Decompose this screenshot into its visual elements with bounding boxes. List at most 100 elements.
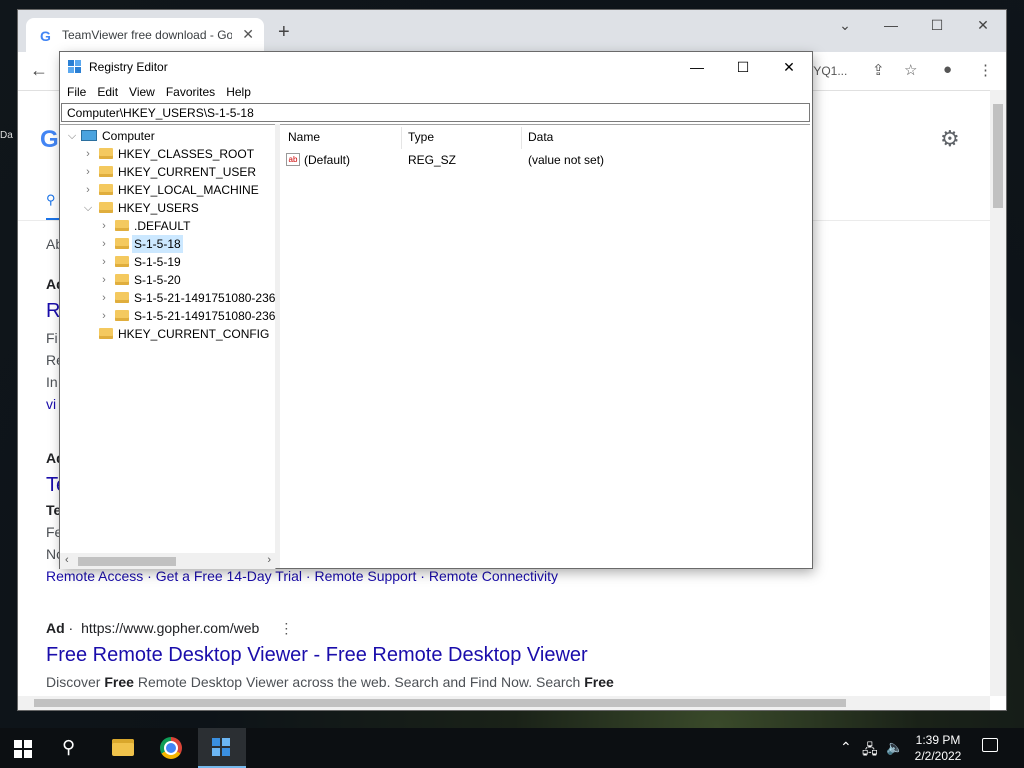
column-header-type[interactable]: Type xyxy=(408,125,434,149)
sitelink[interactable]: Remote Connectivity xyxy=(429,568,558,584)
value-type[interactable]: REG_SZ xyxy=(408,151,456,169)
tab-title: TeamViewer free download - Go xyxy=(62,28,232,42)
tree-item-s-1-5-19[interactable]: › S-1-5-19 xyxy=(60,253,275,271)
column-header-name[interactable]: Name xyxy=(288,125,320,149)
menu-view[interactable]: View xyxy=(122,82,159,102)
menu-favorites[interactable]: Favorites xyxy=(159,82,219,102)
profile-avatar-icon[interactable]: ● xyxy=(943,61,952,78)
ad-description: Discover Free Remote Desktop Viewer acro… xyxy=(46,674,614,690)
scroll-left-icon[interactable]: ‹ xyxy=(65,554,69,566)
vertical-scrollbar[interactable] xyxy=(990,90,1006,696)
search-icon[interactable]: ⚲ xyxy=(62,737,75,758)
close-icon[interactable]: ✕ xyxy=(766,52,812,82)
window-title: Registry Editor xyxy=(89,60,168,74)
horizontal-scrollbar[interactable] xyxy=(18,696,990,710)
maximize-icon[interactable]: ☐ xyxy=(914,10,960,40)
sitelink[interactable]: Get a Free 14-Day Trial xyxy=(156,568,302,584)
chevron-right-icon[interactable]: › xyxy=(83,163,93,181)
tree-item-s-1-5-18[interactable]: › S-1-5-18 xyxy=(60,235,275,253)
chevron-right-icon[interactable]: › xyxy=(99,289,109,307)
chevron-right-icon[interactable]: › xyxy=(99,217,109,235)
windows-start-icon[interactable] xyxy=(14,740,32,758)
chevron-right-icon[interactable]: › xyxy=(99,235,109,253)
folder-icon xyxy=(99,166,113,177)
scroll-right-icon[interactable]: › xyxy=(267,554,271,566)
tree-horizontal-scrollbar[interactable]: ‹ › xyxy=(60,553,275,569)
chevron-right-icon[interactable]: › xyxy=(83,145,93,163)
maximize-icon[interactable]: ☐ xyxy=(720,52,766,82)
title-bar[interactable]: Registry Editor — ☐ ✕ xyxy=(60,52,812,82)
tab-close-icon[interactable]: ✕ xyxy=(242,26,254,43)
tree-item-current-user[interactable]: › HKEY_CURRENT_USER xyxy=(60,163,275,181)
folder-icon xyxy=(115,256,129,267)
omnibox-text[interactable]: /YQ1... xyxy=(810,64,847,78)
file-explorer-icon[interactable] xyxy=(112,739,134,756)
minimize-icon[interactable]: — xyxy=(868,10,914,40)
tree-item-s-1-5-21-b[interactable]: › S-1-5-21-1491751080-2360 xyxy=(60,307,275,325)
more-options-icon[interactable]: ⋮ xyxy=(279,620,293,636)
desktop-icon-label: Da xyxy=(0,130,13,141)
clock-time: 1:39 PM xyxy=(915,733,961,747)
result-link[interactable]: vi xyxy=(46,396,56,412)
column-header-data[interactable]: Data xyxy=(528,125,553,149)
tree-item-s-1-5-21-a[interactable]: › S-1-5-21-1491751080-2360 xyxy=(60,289,275,307)
menu-file[interactable]: File xyxy=(60,82,90,102)
menu-edit[interactable]: Edit xyxy=(90,82,122,102)
registry-app-icon xyxy=(68,60,82,74)
value-name[interactable]: (Default) xyxy=(304,151,350,169)
chevron-up-icon[interactable]: ⌃ xyxy=(840,739,852,756)
chrome-icon[interactable] xyxy=(160,737,182,759)
notification-icon[interactable] xyxy=(982,738,998,752)
chevron-right-icon[interactable]: › xyxy=(83,181,93,199)
tab-search-icon[interactable]: ⌄ xyxy=(822,10,868,40)
sitelink[interactable]: Remote Support xyxy=(314,568,416,584)
chevron-right-icon[interactable]: › xyxy=(99,271,109,289)
google-logo-icon[interactable]: G xyxy=(40,126,59,154)
browser-tab[interactable]: G TeamViewer free download - Go ✕ xyxy=(26,18,264,52)
menu-kebab-icon[interactable]: ⋮ xyxy=(978,61,993,79)
sitelinks: Remote Access · Get a Free 14-Day Trial … xyxy=(46,568,559,584)
scrollbar-thumb[interactable] xyxy=(78,557,176,566)
tree-item-classes-root[interactable]: › HKEY_CLASSES_ROOT xyxy=(60,145,275,163)
back-arrow-icon[interactable]: ← xyxy=(30,60,48,81)
value-data[interactable]: (value not set) xyxy=(528,151,604,169)
menu-help[interactable]: Help xyxy=(219,82,255,102)
network-icon[interactable]: 🖧 xyxy=(862,739,878,763)
address-text: Computer\HKEY_USERS\S-1-5-18 xyxy=(67,106,254,120)
share-icon[interactable]: ⇪ xyxy=(872,61,885,79)
volume-muted-icon[interactable]: 🔈 xyxy=(886,739,903,756)
system-clock[interactable]: 1:39 PM 2/2/2022 xyxy=(906,732,970,764)
minimize-icon[interactable]: — xyxy=(674,52,720,82)
computer-icon xyxy=(81,130,97,141)
folder-open-icon xyxy=(99,202,113,213)
folder-icon xyxy=(115,292,129,303)
ad-title-link[interactable]: Free Remote Desktop Viewer - Free Remote… xyxy=(46,644,588,667)
address-bar[interactable]: Computer\HKEY_USERS\S-1-5-18 xyxy=(61,103,810,122)
chevron-right-icon[interactable]: › xyxy=(99,253,109,271)
chevron-down-icon[interactable]: ⌵ xyxy=(67,127,77,145)
registry-editor-window: Registry Editor — ☐ ✕ File Edit View Favori… xyxy=(60,52,812,569)
scrollbar-thumb[interactable] xyxy=(993,104,1003,208)
tree-item-local-machine[interactable]: › HKEY_LOCAL_MACHINE xyxy=(60,181,275,199)
registry-editor-icon[interactable] xyxy=(212,738,232,758)
result-title-link[interactable]: R xyxy=(46,300,60,323)
column-divider[interactable] xyxy=(401,127,402,149)
close-icon[interactable]: ✕ xyxy=(960,10,1006,40)
sitelink[interactable]: Remote Access xyxy=(46,568,143,584)
tree-item-users[interactable]: ⌵ HKEY_USERS xyxy=(60,199,275,217)
chevron-down-icon[interactable]: ⌵ xyxy=(83,199,93,217)
google-favicon-icon: G xyxy=(40,28,51,44)
folder-icon xyxy=(99,328,113,339)
search-tab-icon[interactable]: ⚲ xyxy=(46,192,56,208)
tree-item-default[interactable]: › .DEFAULT xyxy=(60,217,275,235)
result-snippet: In xyxy=(46,374,58,390)
tree-item-computer[interactable]: ⌵ Computer xyxy=(60,127,275,145)
chevron-right-icon[interactable]: › xyxy=(99,307,109,325)
tree-item-current-config[interactable]: HKEY_CURRENT_CONFIG xyxy=(60,325,275,343)
bookmark-star-icon[interactable]: ☆ xyxy=(904,61,917,79)
scrollbar-thumb[interactable] xyxy=(34,699,846,707)
tree-item-s-1-5-20[interactable]: › S-1-5-20 xyxy=(60,271,275,289)
column-divider[interactable] xyxy=(521,127,522,149)
settings-gear-icon[interactable]: ⚙ xyxy=(940,126,960,152)
new-tab-icon[interactable]: + xyxy=(278,22,290,42)
